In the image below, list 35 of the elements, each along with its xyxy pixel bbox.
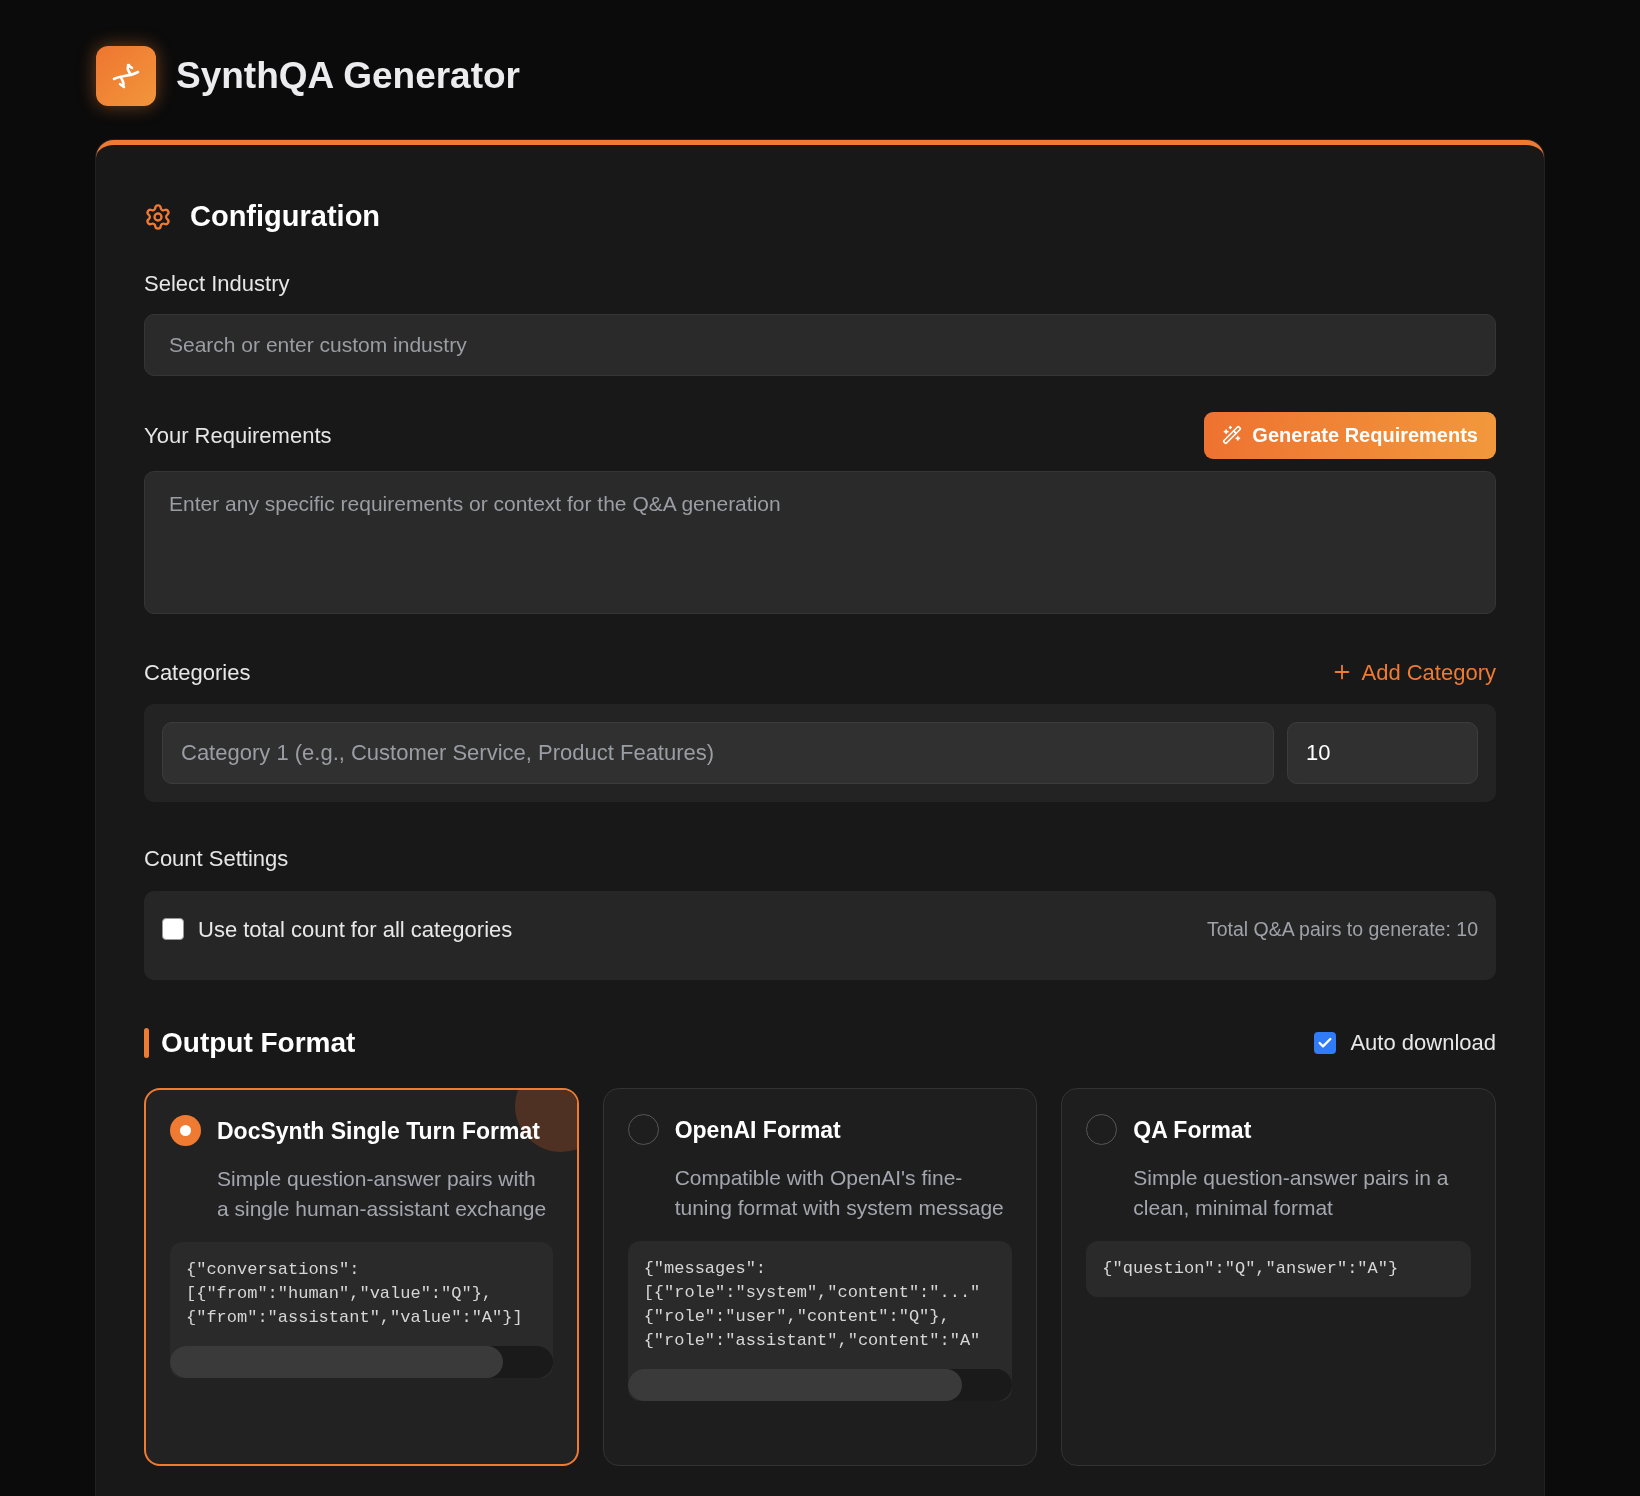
field-label: Categories bbox=[144, 658, 251, 687]
count-field[interactable]: 10 bbox=[1287, 721, 1478, 784]
section-heading: Output Format bbox=[161, 1025, 356, 1060]
radio-button[interactable] bbox=[170, 1115, 201, 1147]
code-sample: {"conversations": [{"from":"human","value":"Q"}, {"from":"assistant","value":"A"}] bbox=[185, 1259, 524, 1329]
checkbox-label: Use total count for all categories bbox=[198, 915, 513, 944]
format-card[interactable]: DocSynth Single Turn Format Simple question-answer pairs with a single human-assistant exchange {"conversations": [{"from":"human","value":"Q"}, {"from":"assistant","value":"A"}] bbox=[144, 1087, 579, 1466]
industry-field[interactable]: Search or enter custom industry bbox=[144, 313, 1496, 376]
format-card[interactable]: QA Format Simple question-answer pairs in a clean, minimal format {"question":"Q","answer":"A"} bbox=[1061, 1087, 1496, 1466]
scrollbar[interactable] bbox=[170, 1346, 553, 1378]
format-card[interactable]: OpenAI Format Compatible with OpenAI's fine-tuning format with system message {"messages": [{"role":"system","content":"..." {"role":"user","content":"Q"}, {"role":"assistant","content":"A" bbox=[602, 1087, 1038, 1466]
accent-bar bbox=[144, 1027, 149, 1058]
format-description: Compatible with OpenAI's fine-tuning format with system message bbox=[674, 1165, 1005, 1221]
format-description: Simple question-answer pairs with a single human-assistant exchange bbox=[217, 1166, 548, 1222]
checkbox-label: Auto download bbox=[1350, 1029, 1496, 1057]
section-heading: Configuration bbox=[190, 199, 381, 234]
format-title: QA Format bbox=[1133, 1115, 1252, 1145]
category-field[interactable]: Category 1 (e.g., Customer Service, Product Features) bbox=[162, 721, 1274, 784]
total-count-text: Total Q&A pairs to generate: 10 bbox=[1207, 916, 1478, 942]
code-sample: {"question":"Q","answer":"A"} bbox=[1101, 1258, 1400, 1280]
format-description: Simple question-answer pairs in a clean, minimal format bbox=[1133, 1165, 1450, 1221]
scrollbar[interactable] bbox=[627, 1369, 1013, 1401]
app-title: SynthQA Generator bbox=[176, 54, 521, 99]
add-category-button[interactable]: Add Category bbox=[1331, 655, 1496, 689]
field-label: Select Industry bbox=[144, 269, 291, 298]
checkbox[interactable] bbox=[162, 918, 184, 940]
settings-icon bbox=[144, 202, 172, 231]
format-title: DocSynth Single Turn Format bbox=[217, 1116, 540, 1146]
field-label: Count Settings bbox=[144, 844, 290, 873]
format-title: OpenAI Format bbox=[674, 1115, 841, 1145]
requirements-field[interactable]: Enter any specific requirements or context for the Q&A generation bbox=[144, 470, 1496, 614]
field-label: Your Requirements bbox=[144, 421, 332, 450]
magic-wand-icon bbox=[1222, 425, 1243, 445]
checkbox[interactable] bbox=[1314, 1031, 1337, 1054]
code-sample: {"messages": [{"role":"system","content":"..." {"role":"user","content":"Q"}, {"role":"assistant","content":"A" bbox=[642, 1258, 982, 1352]
